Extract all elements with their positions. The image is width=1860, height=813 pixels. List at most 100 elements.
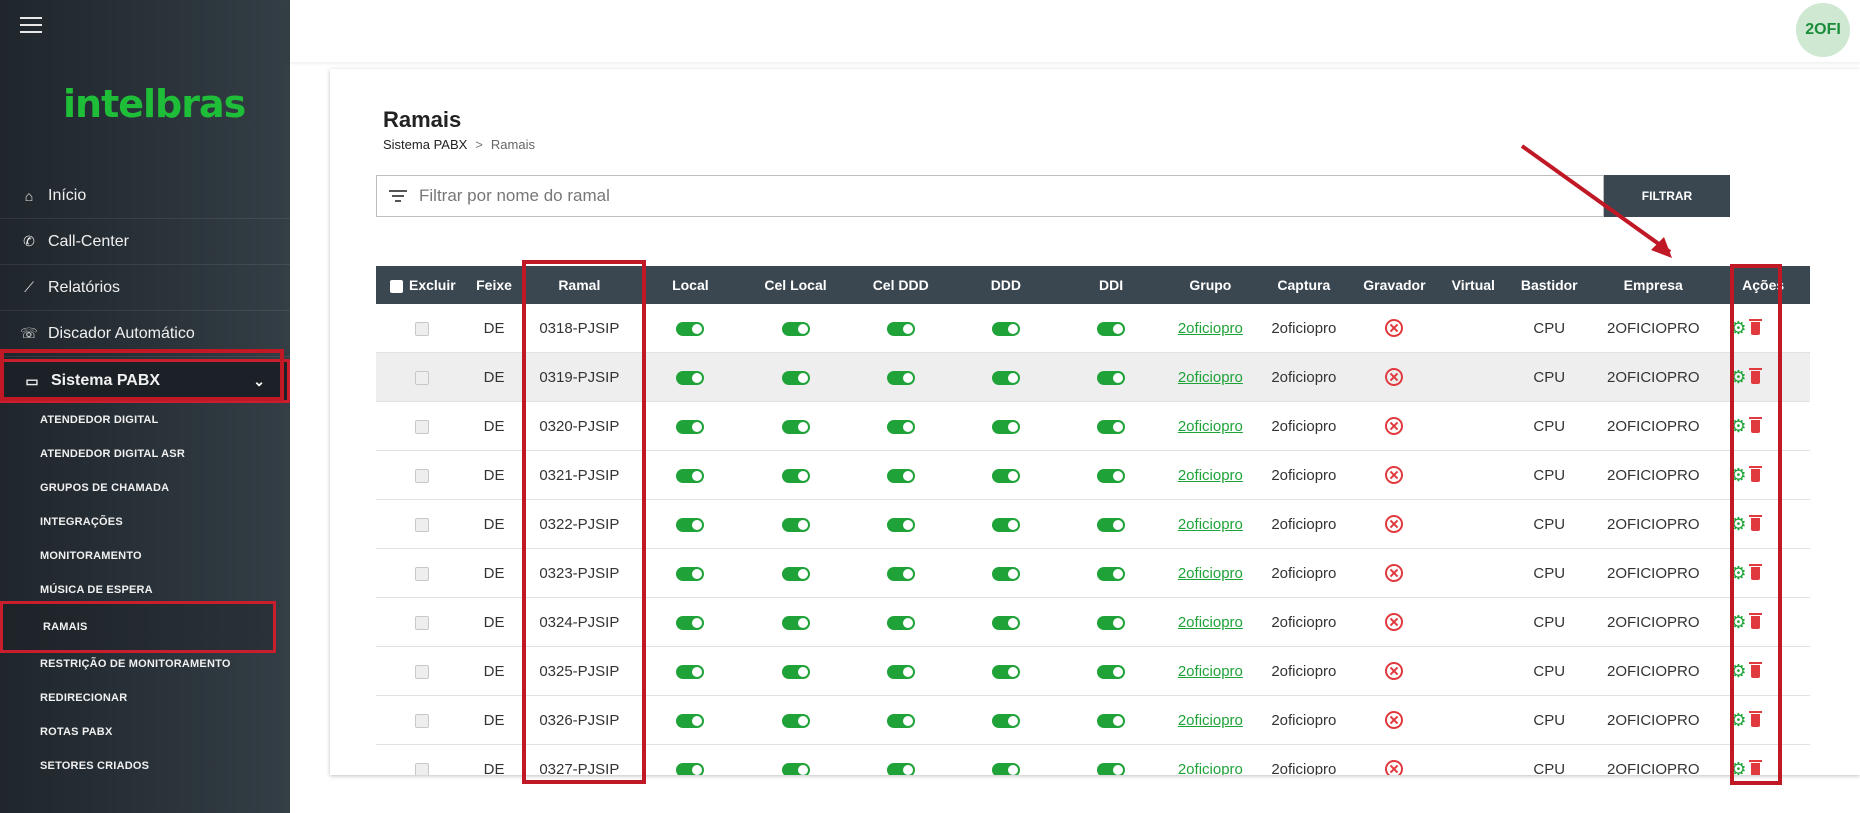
cel-local-toggle[interactable]: [781, 321, 810, 336]
cel-local-toggle[interactable]: [781, 566, 810, 581]
ddd-toggle[interactable]: [991, 321, 1020, 336]
submenu-item[interactable]: SETORES CRIADOS: [0, 749, 290, 783]
header-cel-ddd[interactable]: Cel DDD: [848, 266, 954, 304]
header-ddi[interactable]: DDI: [1058, 266, 1164, 304]
grupo-link[interactable]: 2oficiopro: [1178, 418, 1243, 435]
trash-icon[interactable]: [1748, 759, 1762, 775]
sidebar-item-sistema-pabx[interactable]: ▭ Sistema PABX ⌄: [0, 359, 290, 403]
submenu-item[interactable]: INTEGRAÇÕES: [0, 505, 290, 539]
cel-local-toggle[interactable]: [781, 664, 810, 679]
ddd-toggle[interactable]: [991, 468, 1020, 483]
local-toggle[interactable]: [676, 664, 705, 679]
header-empresa[interactable]: Empresa: [1590, 266, 1717, 304]
filter-input[interactable]: [417, 185, 1603, 207]
sidebar-item-2[interactable]: ⟋ Relatórios: [0, 265, 290, 311]
grupo-link[interactable]: 2oficiopro: [1178, 320, 1243, 337]
ddd-toggle[interactable]: [991, 370, 1020, 385]
cel-local-toggle[interactable]: [781, 615, 810, 630]
grupo-link[interactable]: 2oficiopro: [1178, 516, 1243, 533]
cel-local-toggle[interactable]: [781, 713, 810, 728]
row-checkbox[interactable]: [414, 321, 429, 336]
header-feixe[interactable]: Feixe: [467, 266, 521, 304]
trash-icon[interactable]: [1748, 318, 1762, 335]
ddd-toggle[interactable]: [991, 419, 1020, 434]
user-avatar[interactable]: 2OFI: [1796, 3, 1850, 57]
ddi-toggle[interactable]: [1097, 468, 1126, 483]
trash-icon[interactable]: [1748, 563, 1762, 580]
cel-ddd-toggle[interactable]: [886, 321, 915, 336]
grupo-link[interactable]: 2oficiopro: [1178, 712, 1243, 729]
trash-icon[interactable]: [1748, 514, 1762, 531]
submenu-item[interactable]: REDIRECIONAR: [0, 681, 290, 715]
gear-icon[interactable]: ⚙: [1730, 416, 1746, 436]
cel-local-toggle[interactable]: [781, 468, 810, 483]
trash-icon[interactable]: [1748, 710, 1762, 727]
row-checkbox[interactable]: [414, 468, 429, 483]
cel-local-toggle[interactable]: [781, 762, 810, 775]
header-local[interactable]: Local: [637, 266, 743, 304]
row-checkbox[interactable]: [414, 370, 429, 385]
cel-ddd-toggle[interactable]: [886, 713, 915, 728]
ddi-toggle[interactable]: [1097, 762, 1126, 775]
gear-icon[interactable]: ⚙: [1730, 661, 1746, 681]
cel-ddd-toggle[interactable]: [886, 468, 915, 483]
ddi-toggle[interactable]: [1097, 615, 1126, 630]
local-toggle[interactable]: [676, 419, 705, 434]
local-toggle[interactable]: [676, 468, 705, 483]
gear-icon[interactable]: ⚙: [1730, 367, 1746, 387]
sidebar-item-1[interactable]: ✆ Call-Center: [0, 219, 290, 265]
ddi-toggle[interactable]: [1097, 419, 1126, 434]
local-toggle[interactable]: [676, 713, 705, 728]
ddd-toggle[interactable]: [991, 615, 1020, 630]
ddi-toggle[interactable]: [1097, 713, 1126, 728]
trash-icon[interactable]: [1748, 612, 1762, 629]
header-ramal[interactable]: Ramal: [520, 266, 638, 304]
gear-icon[interactable]: ⚙: [1730, 612, 1746, 632]
submenu-item[interactable]: RAMAIS: [0, 601, 276, 653]
gear-icon[interactable]: ⚙: [1730, 465, 1746, 485]
trash-icon[interactable]: [1748, 661, 1762, 678]
cel-ddd-toggle[interactable]: [886, 517, 915, 532]
local-toggle[interactable]: [676, 370, 705, 385]
header-grupo[interactable]: Grupo: [1163, 266, 1258, 304]
ddd-toggle[interactable]: [991, 762, 1020, 775]
cel-ddd-toggle[interactable]: [886, 566, 915, 581]
sidebar-item-0[interactable]: ⌂ Início: [0, 173, 290, 219]
grupo-link[interactable]: 2oficiopro: [1178, 663, 1243, 680]
menu-hamburger-icon[interactable]: [20, 14, 42, 33]
row-checkbox[interactable]: [414, 762, 429, 775]
cel-ddd-toggle[interactable]: [886, 664, 915, 679]
ddi-toggle[interactable]: [1097, 566, 1126, 581]
ddi-toggle[interactable]: [1097, 321, 1126, 336]
row-checkbox[interactable]: [414, 517, 429, 532]
gear-icon[interactable]: ⚙: [1730, 759, 1746, 776]
cel-ddd-toggle[interactable]: [886, 370, 915, 385]
header-captura[interactable]: Captura: [1257, 266, 1351, 304]
submenu-item[interactable]: ATENDEDOR DIGITAL ASR: [0, 437, 290, 471]
cel-local-toggle[interactable]: [781, 370, 810, 385]
breadcrumb-parent[interactable]: Sistema PABX: [383, 137, 467, 152]
cel-local-toggle[interactable]: [781, 517, 810, 532]
submenu-item[interactable]: ATENDEDOR DIGITAL: [0, 403, 290, 437]
cel-ddd-toggle[interactable]: [886, 762, 915, 775]
grupo-link[interactable]: 2oficiopro: [1178, 565, 1243, 582]
row-checkbox[interactable]: [414, 664, 429, 679]
cel-local-toggle[interactable]: [781, 419, 810, 434]
grupo-link[interactable]: 2oficiopro: [1178, 369, 1243, 386]
ddi-toggle[interactable]: [1097, 370, 1126, 385]
header-gravador[interactable]: Gravador: [1350, 266, 1439, 304]
grupo-link[interactable]: 2oficiopro: [1178, 614, 1243, 631]
local-toggle[interactable]: [676, 615, 705, 630]
grupo-link[interactable]: 2oficiopro: [1178, 761, 1243, 776]
local-toggle[interactable]: [676, 321, 705, 336]
ddi-toggle[interactable]: [1097, 664, 1126, 679]
cel-ddd-toggle[interactable]: [886, 615, 915, 630]
trash-icon[interactable]: [1748, 465, 1762, 482]
ddd-toggle[interactable]: [991, 517, 1020, 532]
header-bastidor[interactable]: Bastidor: [1508, 266, 1591, 304]
row-checkbox[interactable]: [414, 615, 429, 630]
select-all-checkbox[interactable]: [390, 279, 403, 293]
gear-icon[interactable]: ⚙: [1730, 563, 1746, 583]
submenu-item[interactable]: MONITORAMENTO: [0, 539, 290, 573]
sidebar-item-3[interactable]: ☏ Discador Automático: [0, 311, 290, 357]
